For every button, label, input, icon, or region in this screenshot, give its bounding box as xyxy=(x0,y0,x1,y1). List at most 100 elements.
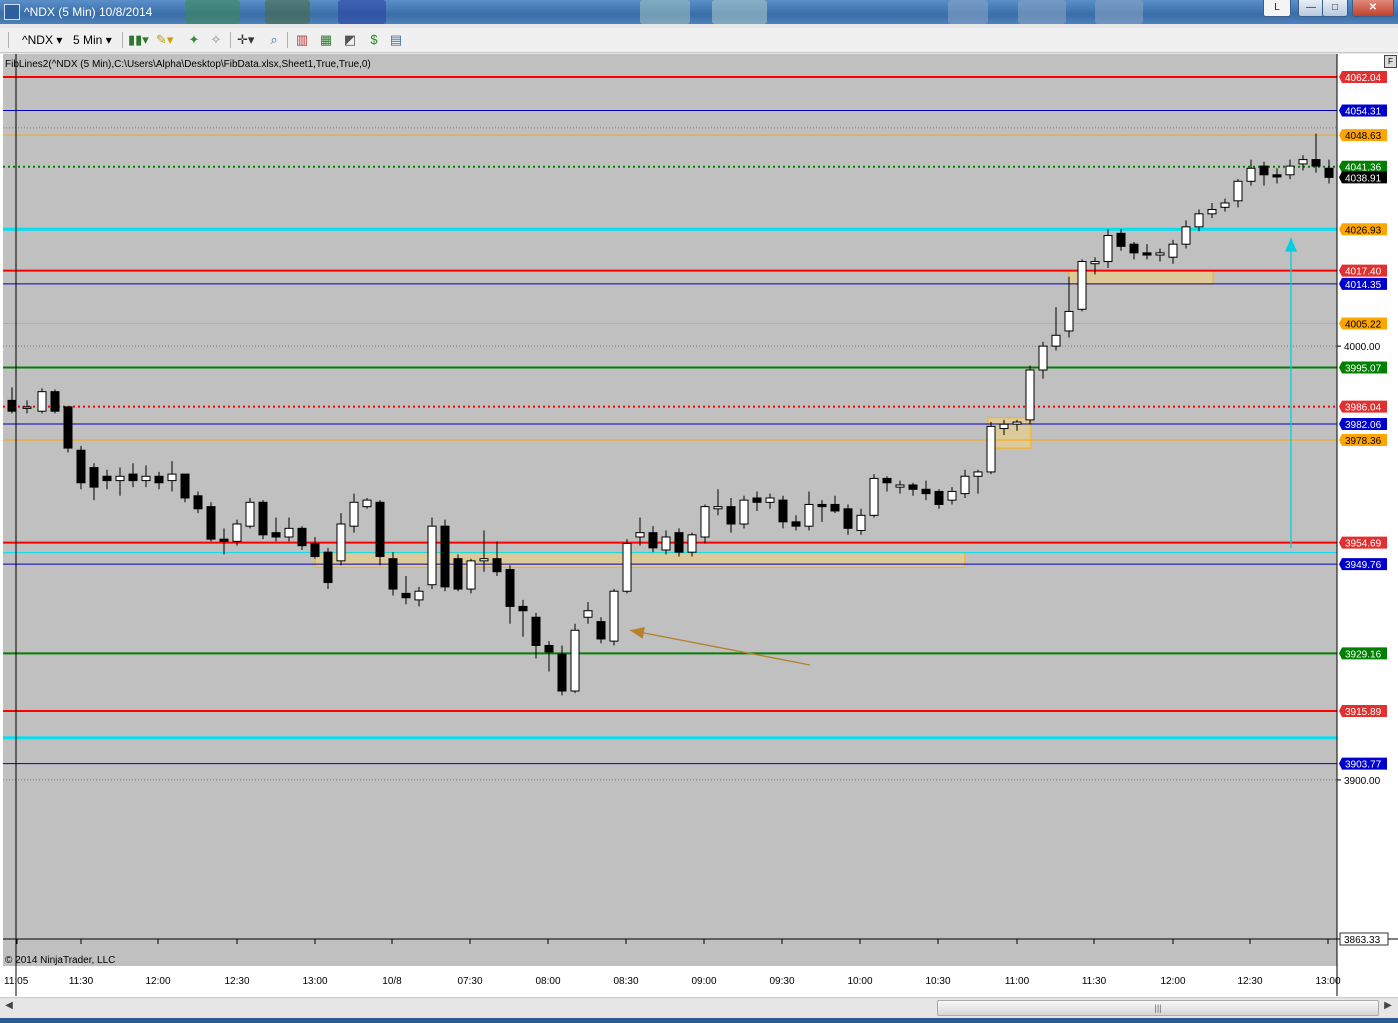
candle-body xyxy=(726,506,736,525)
candle-body xyxy=(947,490,957,501)
indicator-label: FibLines2(^NDX (5 Min),C:\Users\Alpha\De… xyxy=(5,59,371,70)
time-axis-label: 12:30 xyxy=(1237,976,1262,987)
scroll-right-icon[interactable]: ▶ xyxy=(1381,1000,1395,1014)
price-badge-label: 3949.76 xyxy=(1345,560,1382,571)
candle-body xyxy=(440,525,450,588)
price-badge-label: 4062.04 xyxy=(1345,73,1382,84)
plot-area xyxy=(3,54,1337,966)
price-badge-label: 3982.06 xyxy=(1345,420,1382,431)
time-axis-label: 12:00 xyxy=(145,976,170,987)
candle-body xyxy=(999,423,1009,430)
candle-body xyxy=(518,605,528,612)
candle-body xyxy=(1259,165,1269,176)
price-chart[interactable]: 4062.044054.314048.634041.364038.914026.… xyxy=(0,0,1398,1023)
candle-body xyxy=(661,536,671,551)
candle-body xyxy=(232,523,242,542)
candle-body xyxy=(1272,174,1282,178)
candle-body xyxy=(1168,243,1178,258)
candle-body xyxy=(1038,345,1048,371)
candle-body xyxy=(427,525,437,586)
candle-body xyxy=(739,499,749,525)
scroll-thumb[interactable]: ||| xyxy=(937,1000,1379,1016)
candle-body xyxy=(596,621,606,640)
candle-body xyxy=(401,592,411,599)
candle-body xyxy=(765,497,775,503)
candle-body xyxy=(713,506,723,510)
price-badge-label: 3978.36 xyxy=(1345,436,1382,447)
candle-body xyxy=(466,560,476,590)
time-axis-label: 11:30 xyxy=(69,976,94,987)
candle-body xyxy=(1116,232,1126,247)
price-badge-label: 4014.35 xyxy=(1345,280,1382,291)
chart-corner-box[interactable]: F xyxy=(1384,55,1397,68)
price-badge-label: 4048.63 xyxy=(1345,131,1382,142)
time-axis-label: 08:00 xyxy=(535,976,560,987)
candle-body xyxy=(804,503,814,527)
highlight-zone xyxy=(1068,270,1214,285)
candle-body xyxy=(869,477,879,516)
copyright-text: © 2014 NinjaTrader, LLC xyxy=(5,955,116,966)
candle-body xyxy=(1311,159,1321,167)
time-axis-label: 12:30 xyxy=(224,976,249,987)
candle-body xyxy=(336,523,346,562)
candle-body xyxy=(193,495,203,510)
price-badge-label: 3995.07 xyxy=(1345,364,1382,375)
time-axis-label: 09:30 xyxy=(769,976,794,987)
candle-body xyxy=(284,527,294,538)
price-badge-label: 4054.31 xyxy=(1345,107,1382,118)
candle-body xyxy=(700,506,710,538)
candle-body xyxy=(817,503,827,508)
candle-body xyxy=(388,558,398,590)
candle-body xyxy=(115,475,125,482)
candle-body xyxy=(1194,213,1204,228)
candle-body xyxy=(674,532,684,553)
candle-body xyxy=(856,514,866,531)
time-axis-label: 07:30 xyxy=(457,976,482,987)
time-axis-label: 09:00 xyxy=(691,976,716,987)
candle-body xyxy=(583,610,593,618)
price-badge-label: 3986.04 xyxy=(1345,403,1382,414)
price-badge-label: 3954.69 xyxy=(1345,539,1382,550)
candle-body xyxy=(479,558,489,562)
candle-body xyxy=(531,616,541,646)
candle-body xyxy=(63,406,73,449)
candle-body xyxy=(843,508,853,529)
candle-body xyxy=(362,499,372,508)
price-badge-label: 4026.93 xyxy=(1345,225,1382,236)
candle-body xyxy=(1181,226,1191,245)
candle-body xyxy=(778,499,788,523)
candle-body xyxy=(1246,167,1256,182)
time-axis-label: 13:00 xyxy=(302,976,327,987)
candle-body xyxy=(505,569,515,607)
time-axis-label: 12:00 xyxy=(1160,976,1185,987)
scroll-left-icon[interactable]: ◀ xyxy=(2,1000,16,1014)
candle-body xyxy=(453,558,463,590)
candle-body xyxy=(1220,202,1230,208)
candle-body xyxy=(297,527,307,547)
candle-body xyxy=(791,521,801,527)
candle-body xyxy=(89,467,99,488)
candle-body xyxy=(1090,261,1100,265)
candle-body xyxy=(76,449,86,484)
candle-body xyxy=(570,629,580,692)
time-axis-label: 08:30 xyxy=(613,976,638,987)
price-badge-label: 3903.77 xyxy=(1345,760,1382,771)
candle-body xyxy=(1142,252,1152,256)
price-badge-label: 3929.16 xyxy=(1345,649,1382,660)
candle-body xyxy=(271,532,281,538)
candle-body xyxy=(830,503,840,512)
candle-body xyxy=(414,590,424,601)
candle-body xyxy=(908,484,918,490)
time-axis-label: 10/8 xyxy=(382,976,402,987)
candle-body xyxy=(609,590,619,642)
time-axis-label: 10:00 xyxy=(847,976,872,987)
candle-body xyxy=(206,506,216,540)
price-axis-label: 3900.00 xyxy=(1344,776,1381,787)
candle-body xyxy=(1129,243,1139,254)
candle-body xyxy=(141,475,151,482)
candle-body xyxy=(219,538,229,542)
time-axis-label: 11:00 xyxy=(1005,976,1030,987)
time-axis-label: 11:30 xyxy=(1082,976,1107,987)
horizontal-scrollbar[interactable]: ◀ ||| ▶ xyxy=(0,997,1398,1018)
candle-body xyxy=(895,484,905,488)
